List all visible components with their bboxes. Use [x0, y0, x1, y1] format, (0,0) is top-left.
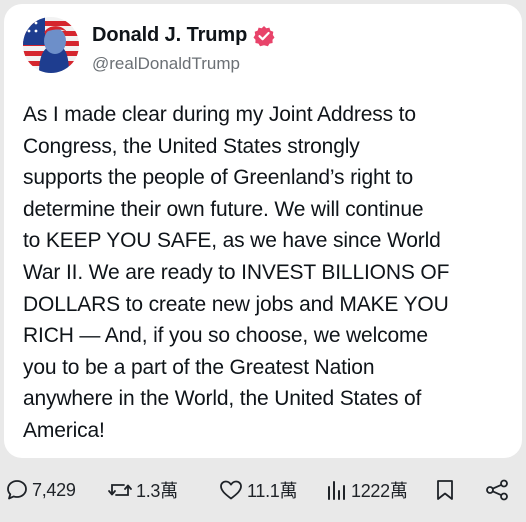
reply-button[interactable]: 7,429	[5, 470, 76, 510]
comment-icon	[5, 478, 29, 502]
view-count: 1222萬	[351, 481, 408, 501]
like-count: 11.1萬	[247, 481, 298, 501]
repost-count: 1.3萬	[136, 481, 178, 501]
post-line: America!	[23, 418, 105, 442]
repost-icon	[107, 478, 133, 502]
post-line: RICH — And, if you so choose, we welcome	[23, 324, 428, 348]
post-line: As I made clear during my Joint Address …	[23, 103, 416, 126]
post-line: DOLLARS to create new jobs and MAKE YOU	[23, 292, 449, 316]
author-handle[interactable]: @realDonaldTrump	[92, 54, 240, 74]
post-line: determine their own future. We will cont…	[23, 197, 424, 221]
action-bar: 7,429 1.3萬 11.1萬 1222萬	[0, 470, 526, 510]
bookmark-button[interactable]	[434, 470, 456, 510]
share-button[interactable]	[484, 470, 510, 510]
avatar[interactable]	[23, 17, 79, 73]
post-text: As I made clear during my Joint Address …	[23, 99, 513, 447]
repost-button[interactable]: 1.3萬	[107, 470, 178, 510]
like-button[interactable]: 11.1萬	[218, 470, 298, 510]
author-name[interactable]: Donald J. Trump	[92, 24, 247, 47]
avatar-image	[23, 17, 79, 73]
post-line: War II. We are ready to INVEST BILLIONS …	[23, 260, 450, 284]
post-line: anywhere in the World, the United States…	[23, 387, 422, 411]
reply-count: 7,429	[32, 479, 76, 500]
share-icon	[484, 478, 510, 502]
post-card: Donald J. Trump @realDonaldTrump As I ma…	[4, 4, 522, 458]
post-line: supports the people of Greenland’s right…	[23, 166, 414, 190]
bookmark-icon	[434, 478, 456, 502]
post-line: Congress, the United States strongly	[23, 134, 360, 158]
post-line: to KEEP YOU SAFE, as we have since World	[23, 229, 441, 253]
post-line: you to be a part of the Greatest Nation	[23, 355, 375, 379]
verified-badge-icon	[253, 25, 275, 47]
views-button[interactable]: 1222萬	[324, 470, 408, 510]
heart-icon	[218, 478, 244, 502]
bar-chart-icon	[324, 478, 348, 502]
